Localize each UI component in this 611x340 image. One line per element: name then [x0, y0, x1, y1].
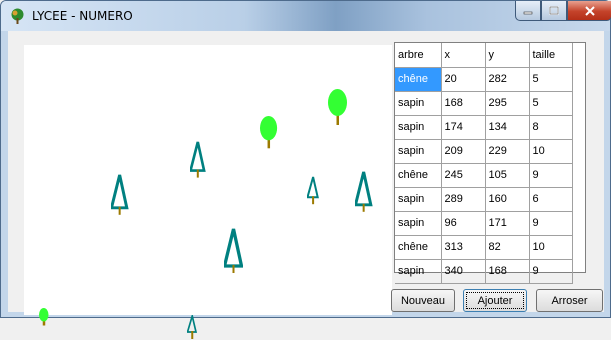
table-cell[interactable]: 6 [529, 187, 573, 212]
minimize-icon [523, 11, 533, 14]
table-cell[interactable]: 168 [485, 259, 530, 284]
column-header-y[interactable]: y [485, 43, 530, 68]
table-cell[interactable]: sapin [395, 187, 442, 212]
ajouter-button[interactable]: Ajouter [463, 289, 527, 312]
table-row[interactable]: sapin 289 160 6 [395, 187, 573, 212]
table-cell[interactable]: sapin [395, 91, 442, 116]
sapin-tree [190, 142, 206, 178]
table-cell[interactable]: chêne [395, 67, 442, 92]
table-cell[interactable]: 10 [529, 139, 573, 164]
table-cell[interactable]: 5 [529, 67, 573, 92]
table-row[interactable]: chêne 313 82 10 [395, 235, 573, 260]
window-title: LYCEE - NUMERO [32, 9, 133, 23]
table-cell[interactable]: 9 [529, 163, 573, 188]
table-cell[interactable]: chêne [395, 163, 442, 188]
close-button[interactable] [567, 1, 611, 21]
chene-tree [327, 89, 347, 125]
app-tree-icon [11, 8, 24, 24]
column-header-x[interactable]: x [441, 43, 486, 68]
chene-tree [39, 307, 49, 325]
table-header-row: arbre x y taille [395, 43, 573, 68]
sapin-tree [186, 315, 197, 339]
minimize-button[interactable] [515, 1, 541, 21]
table-row[interactable]: sapin 340 168 9 [395, 259, 573, 284]
table-cell[interactable]: sapin [395, 115, 442, 140]
maximize-button[interactable] [541, 1, 567, 21]
close-icon [584, 5, 595, 16]
column-header-arbre[interactable]: arbre [395, 43, 442, 68]
table-cell[interactable]: chêne [395, 235, 442, 260]
trees-table: arbre x y taille chêne 20 282 5 sapin 168 295 5… [395, 43, 573, 284]
table-cell[interactable]: 245 [441, 163, 486, 188]
table-row[interactable]: sapin 96 171 9 [395, 211, 573, 236]
client-area: arbre x y taille chêne 20 282 5 sapin 168 295 5… [8, 31, 604, 339]
sapin-tree [111, 174, 129, 215]
table-row[interactable]: sapin 174 134 8 [395, 115, 573, 140]
table-cell[interactable]: 171 [485, 211, 530, 236]
table-row[interactable]: chêne 20 282 5 [395, 67, 573, 92]
table-cell[interactable]: 160 [485, 187, 530, 212]
table-cell[interactable]: 282 [485, 67, 530, 92]
table-row[interactable]: chêne 245 105 9 [395, 163, 573, 188]
table-cell[interactable]: 10 [529, 235, 573, 260]
table-cell[interactable]: 209 [441, 139, 486, 164]
title-bar[interactable]: LYCEE - NUMERO [1, 1, 611, 31]
forest-canvas[interactable] [24, 45, 392, 339]
chene-tree [260, 115, 278, 148]
table-cell[interactable]: 289 [441, 187, 486, 212]
table-cell[interactable]: 105 [485, 163, 530, 188]
caption-buttons [515, 1, 611, 22]
table-cell[interactable]: 174 [441, 115, 486, 140]
table-cell[interactable]: sapin [395, 259, 442, 284]
table-cell[interactable]: 5 [529, 91, 573, 116]
table-cell[interactable]: 9 [529, 259, 573, 284]
table-row[interactable]: sapin 209 229 10 [395, 139, 573, 164]
table-cell[interactable]: 9 [529, 211, 573, 236]
sapin-tree [223, 228, 243, 273]
sapin-tree [355, 171, 373, 212]
table-cell[interactable]: 96 [441, 211, 486, 236]
arroser-button[interactable]: Arroser [536, 289, 603, 312]
sapin-tree [306, 176, 319, 204]
table-cell[interactable]: 82 [485, 235, 530, 260]
column-header-taille[interactable]: taille [529, 43, 573, 68]
table-cell[interactable]: sapin [395, 139, 442, 164]
table-cell[interactable]: 313 [441, 235, 486, 260]
nouveau-button[interactable]: Nouveau [391, 289, 455, 312]
table-cell[interactable]: 20 [441, 67, 486, 92]
table-cell[interactable]: 8 [529, 115, 573, 140]
trees-grid[interactable]: arbre x y taille chêne 20 282 5 sapin 168 295 5… [394, 42, 586, 284]
table-cell[interactable]: sapin [395, 211, 442, 236]
maximize-icon [549, 5, 559, 15]
app-window: LYCEE - NUMERO arbre x y taille chêne 20… [0, 0, 611, 339]
table-cell[interactable]: 168 [441, 91, 486, 116]
table-cell[interactable]: 229 [485, 139, 530, 164]
table-cell[interactable]: 340 [441, 259, 486, 284]
table-cell[interactable]: 295 [485, 91, 530, 116]
table-row[interactable]: sapin 168 295 5 [395, 91, 573, 116]
table-cell[interactable]: 134 [485, 115, 530, 140]
